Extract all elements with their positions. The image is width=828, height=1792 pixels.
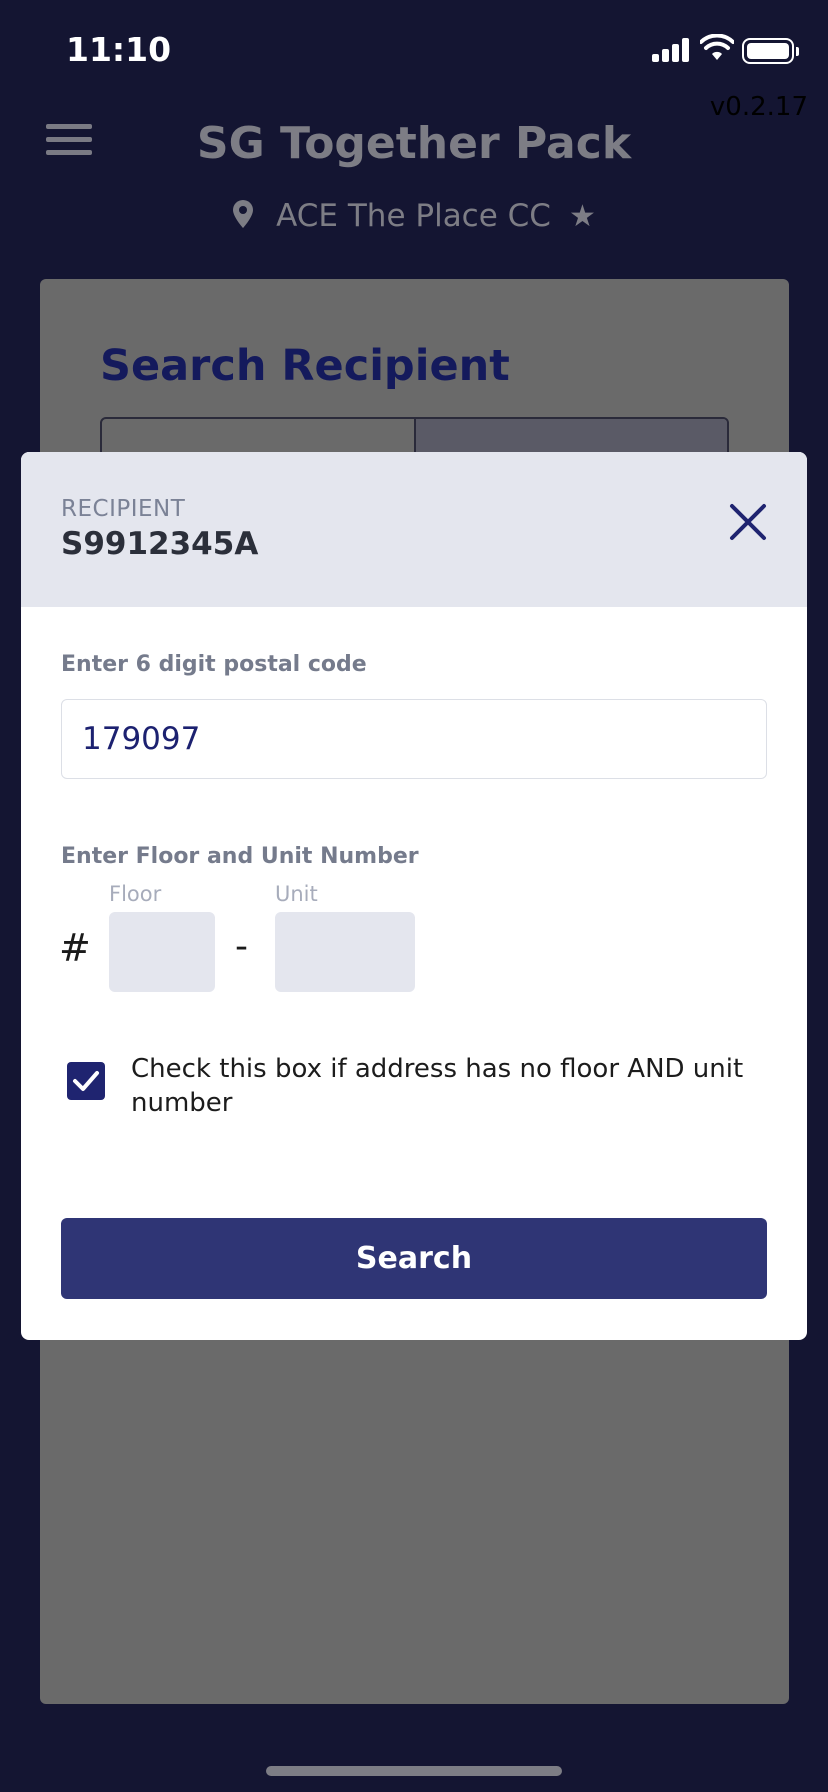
star-icon[interactable]: ★ [569, 199, 596, 234]
recipient-address-modal: RECIPIENT S9912345A Enter 6 digit postal… [21, 452, 807, 1340]
battery-icon [742, 38, 799, 64]
unit-caption: Unit [275, 882, 318, 906]
status-bar: 11:10 [0, 0, 828, 100]
location-row[interactable]: ACE The Place CC ★ [0, 198, 828, 234]
recipient-label: RECIPIENT [61, 496, 186, 522]
postal-code-input[interactable] [61, 699, 767, 779]
cellular-signal-icon [652, 38, 692, 62]
no-floor-unit-checkbox[interactable] [67, 1062, 105, 1100]
hash-symbol: # [59, 926, 91, 970]
home-indicator [266, 1766, 562, 1776]
close-icon[interactable] [728, 502, 768, 542]
unit-input[interactable] [275, 912, 415, 992]
no-floor-unit-checkbox-label[interactable]: Check this box if address has no floor A… [131, 1052, 771, 1120]
location-name: ACE The Place CC [276, 198, 551, 234]
card-title: Search Recipient [100, 341, 510, 391]
checkmark-icon [73, 1071, 99, 1091]
modal-header: RECIPIENT S9912345A [21, 452, 807, 607]
postal-code-label: Enter 6 digit postal code [61, 652, 367, 677]
app-title: SG Together Pack [196, 118, 632, 169]
wifi-icon [700, 34, 734, 60]
location-pin-icon [233, 200, 254, 228]
floor-input[interactable] [109, 912, 215, 992]
status-time: 11:10 [66, 30, 172, 69]
floor-unit-label: Enter Floor and Unit Number [61, 844, 419, 869]
floor-caption: Floor [109, 882, 162, 906]
dash-separator: - [235, 926, 248, 967]
recipient-id: S9912345A [61, 526, 259, 562]
search-button[interactable]: Search [61, 1218, 767, 1299]
